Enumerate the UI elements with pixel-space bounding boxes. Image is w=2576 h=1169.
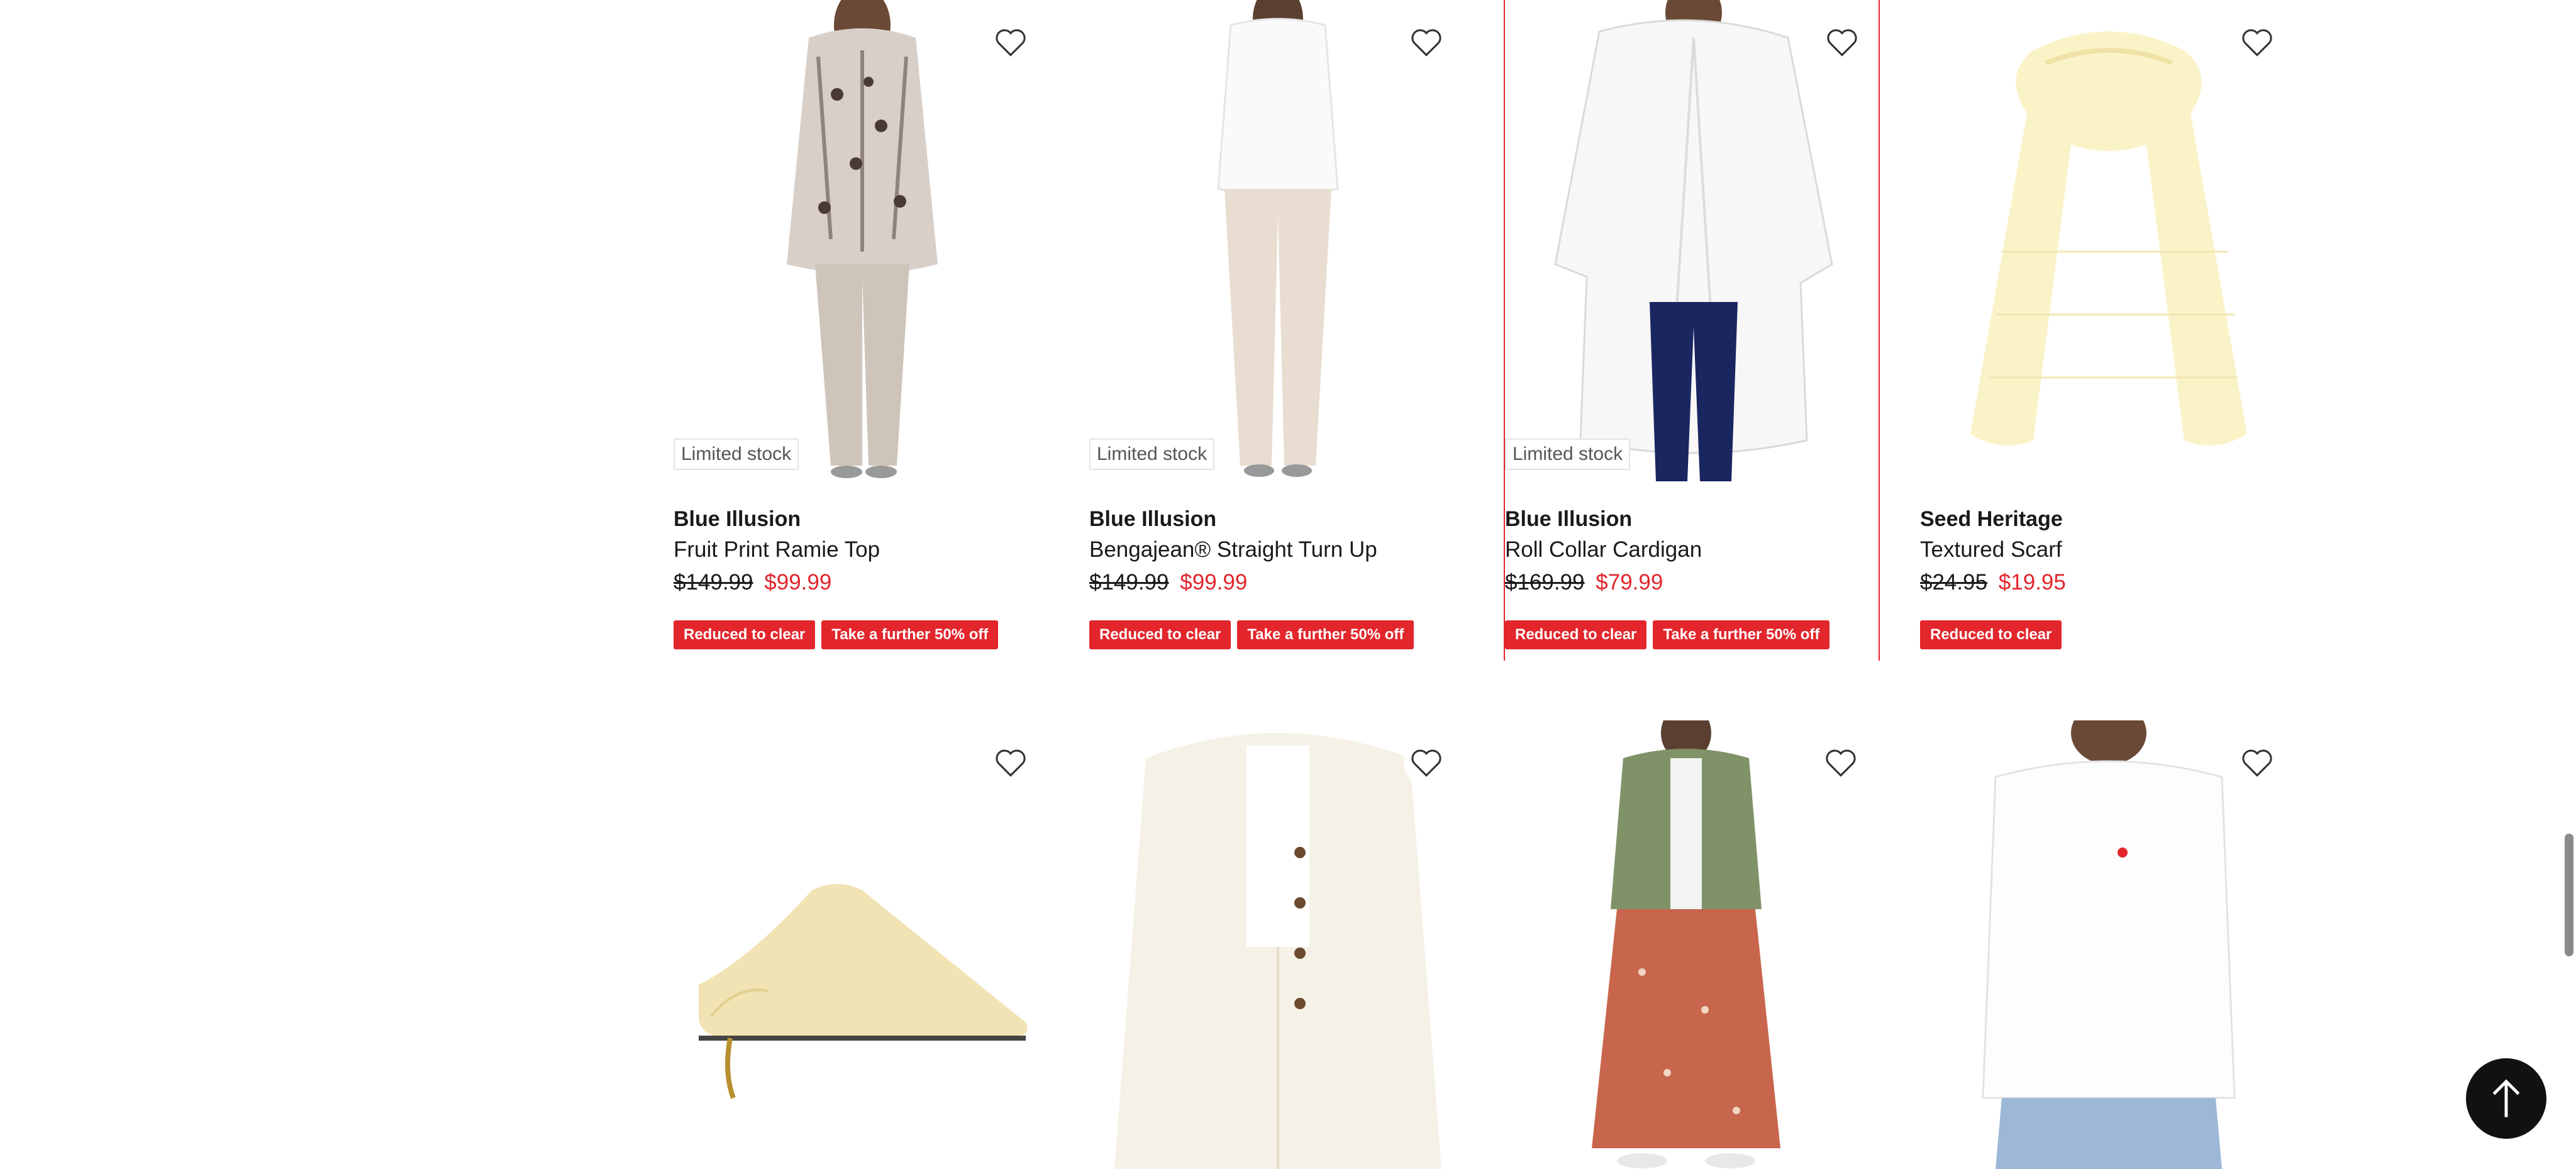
product-image[interactable]: Limited stock (674, 0, 1045, 481)
scrollbar-track[interactable] (2562, 0, 2576, 1169)
product-brand[interactable]: Blue Illusion (674, 507, 801, 532)
wishlist-heart-icon[interactable] (2235, 20, 2280, 65)
price-group: $149.99 $99.99 (1089, 570, 1247, 595)
product-name[interactable]: Roll Collar Cardigan (1505, 537, 1702, 562)
product-name[interactable]: Textured Scarf (1920, 537, 2062, 562)
stock-badge: Limited stock (1505, 439, 1631, 470)
wishlist-heart-icon[interactable] (1404, 20, 1449, 65)
product-image[interactable] (1504, 720, 1875, 1169)
now-price: $79.99 (1596, 570, 1663, 595)
promo-tags: Reduced to clear (1920, 620, 2062, 649)
product-image[interactable]: Limited stock (1089, 0, 1460, 481)
promo-tags: Reduced to clear Take a further 50% off (1089, 620, 1414, 649)
wishlist-heart-icon[interactable] (1404, 741, 1449, 786)
promo-tag: Take a further 50% off (1653, 620, 1830, 649)
wishlist-heart-icon[interactable] (988, 20, 1033, 65)
promo-tag: Reduced to clear (1505, 620, 1647, 649)
was-price: $149.99 (1089, 570, 1169, 595)
promo-tag: Take a further 50% off (1237, 620, 1414, 649)
product-listing-page: Limited stock Blue Illusion Fruit Print … (0, 0, 2576, 1169)
was-price: $24.95 (1920, 570, 1988, 595)
product-brand[interactable]: Blue Illusion (1505, 507, 1632, 532)
arrow-up-icon (2492, 1079, 2520, 1117)
product-image[interactable] (1089, 720, 1460, 1169)
wishlist-heart-icon[interactable] (2235, 741, 2280, 786)
scrollbar-thumb[interactable] (2565, 834, 2573, 956)
promo-tags: Reduced to clear Take a further 50% off (1505, 620, 1830, 649)
product-name[interactable]: Bengajean® Straight Turn Up (1089, 537, 1377, 562)
promo-tag: Reduced to clear (1089, 620, 1231, 649)
product-brand[interactable]: Blue Illusion (1089, 507, 1216, 532)
product-image[interactable]: Limited stock (1505, 0, 1876, 481)
promo-tag: Take a further 50% off (821, 620, 999, 649)
promo-tags: Reduced to clear Take a further 50% off (674, 620, 999, 649)
product-image[interactable] (1920, 0, 2291, 481)
was-price: $169.99 (1505, 570, 1585, 595)
now-price: $99.99 (764, 570, 832, 595)
promo-tag: Reduced to clear (674, 620, 816, 649)
back-to-top-button[interactable] (2466, 1058, 2546, 1139)
product-name[interactable]: Fruit Print Ramie Top (674, 537, 880, 562)
wishlist-heart-icon[interactable] (988, 741, 1033, 786)
promo-tag: Reduced to clear (1920, 620, 2062, 649)
product-image[interactable] (1920, 720, 2291, 1169)
price-group: $149.99 $99.99 (674, 570, 831, 595)
product-image[interactable] (674, 720, 1045, 1169)
stock-badge: Limited stock (1089, 439, 1215, 470)
was-price: $149.99 (674, 570, 753, 595)
price-group: $169.99 $79.99 (1505, 570, 1663, 595)
price-group: $24.95 $19.95 (1920, 570, 2066, 595)
wishlist-heart-icon[interactable] (1819, 20, 1865, 65)
product-card[interactable]: Limited stock Blue Illusion Roll Collar … (1504, 0, 1880, 661)
wishlist-heart-icon[interactable] (1818, 741, 1863, 786)
product-brand[interactable]: Seed Heritage (1920, 507, 2063, 532)
stock-badge: Limited stock (674, 439, 799, 470)
now-price: $99.99 (1180, 570, 1248, 595)
now-price: $19.95 (1998, 570, 2066, 595)
